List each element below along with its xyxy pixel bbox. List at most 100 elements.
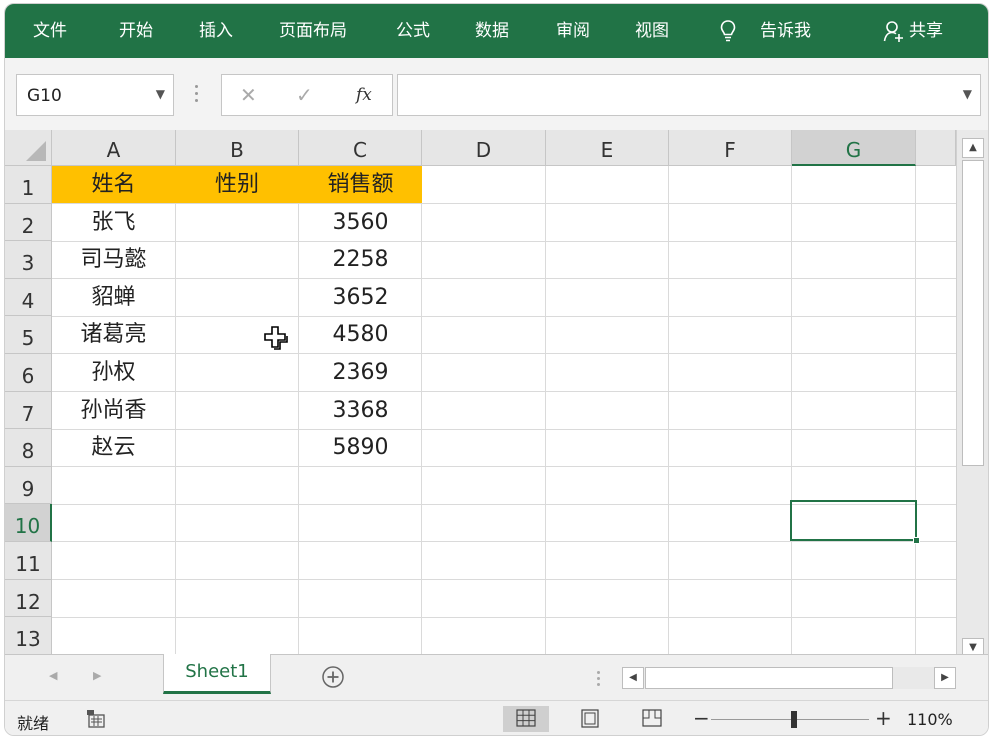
spreadsheet-grid[interactable]: A B C D E F G 1 2 3 4 5 6 7 8 9 10 11 12… xyxy=(5,130,956,654)
lightbulb-icon[interactable] xyxy=(719,19,737,43)
gridline xyxy=(791,166,792,654)
name-box[interactable]: G10 ▼ xyxy=(16,74,174,116)
macro-record-icon[interactable] xyxy=(85,709,107,729)
gridline xyxy=(175,166,176,654)
tell-me-box[interactable]: 告诉我 xyxy=(760,20,811,42)
scroll-thumb[interactable] xyxy=(962,160,984,466)
chevron-down-icon[interactable]: ▼ xyxy=(156,87,165,101)
zoom-slider[interactable] xyxy=(711,719,869,720)
add-sheet-icon[interactable] xyxy=(321,665,345,689)
cell-a7[interactable]: 孙尚香 xyxy=(52,392,175,429)
row-header-7[interactable]: 7 xyxy=(5,391,52,430)
tab-review[interactable]: 审阅 xyxy=(556,20,590,42)
select-all-button[interactable] xyxy=(5,130,52,166)
cell-c2[interactable]: 3560 xyxy=(299,204,422,241)
row-header-11[interactable]: 11 xyxy=(5,542,52,580)
column-header-f[interactable]: F xyxy=(669,130,792,166)
cell-c3[interactable]: 2258 xyxy=(299,241,422,278)
tab-view[interactable]: 视图 xyxy=(635,20,669,42)
zoom-level[interactable]: 110% xyxy=(907,710,953,729)
cell-a3[interactable]: 司马懿 xyxy=(52,241,175,278)
gridline xyxy=(545,166,546,654)
fill-handle[interactable] xyxy=(913,537,920,544)
column-header-c[interactable]: C xyxy=(299,130,422,166)
cell-a4[interactable]: 貂蝉 xyxy=(52,279,175,316)
formula-input[interactable]: ▼ xyxy=(397,74,981,116)
share-button[interactable]: 共享 xyxy=(909,20,943,42)
status-ready: 就绪 xyxy=(17,714,50,733)
column-header-h[interactable] xyxy=(916,130,956,166)
sheet-tab-bar: ◀ ▶ Sheet1 ◀ ▶ xyxy=(5,654,988,700)
normal-view-button[interactable] xyxy=(503,706,549,732)
next-sheet-icon[interactable]: ▶ xyxy=(93,669,101,682)
vertical-scrollbar[interactable]: ▲ ▼ xyxy=(956,130,988,658)
column-header-d[interactable]: D xyxy=(422,130,546,166)
zoom-out-icon[interactable]: − xyxy=(693,706,710,730)
status-bar: 就绪 − + 110% xyxy=(5,700,988,735)
cell-a1[interactable]: 姓名 xyxy=(52,166,175,203)
prev-sheet-icon[interactable]: ◀ xyxy=(49,669,57,682)
cell-c1[interactable]: 销售额 xyxy=(299,166,422,203)
tab-data[interactable]: 数据 xyxy=(475,20,509,42)
cross-cursor-icon xyxy=(264,326,288,350)
share-user-icon[interactable] xyxy=(883,19,905,43)
formula-buttons: ✕ ✓ fx xyxy=(221,74,393,116)
cell-a2[interactable]: 张飞 xyxy=(52,204,175,241)
confirm-icon[interactable]: ✓ xyxy=(296,83,313,107)
row-header-4[interactable]: 4 xyxy=(5,278,52,317)
cell-c4[interactable]: 3652 xyxy=(299,279,422,316)
page-break-view-button[interactable] xyxy=(629,706,675,732)
cell-a8[interactable]: 赵云 xyxy=(52,429,175,466)
tab-insert[interactable]: 插入 xyxy=(199,20,233,42)
ribbon-tabs: 文件 开始 插入 页面布局 公式 数据 审阅 视图 告诉我 共享 xyxy=(5,4,988,58)
column-header-g[interactable]: G xyxy=(792,130,916,166)
cell-c8[interactable]: 5890 xyxy=(299,429,422,466)
tab-page-layout[interactable]: 页面布局 xyxy=(279,20,347,42)
tab-file[interactable]: 文件 xyxy=(33,20,67,42)
split-handle-icon[interactable] xyxy=(597,671,600,687)
row-header-3[interactable]: 3 xyxy=(5,241,52,279)
tab-home[interactable]: 开始 xyxy=(119,20,153,42)
row-header-2[interactable]: 2 xyxy=(5,203,52,242)
sheet-tab-sheet1[interactable]: Sheet1 xyxy=(163,654,271,694)
row-header-6[interactable]: 6 xyxy=(5,354,52,392)
row-header-10[interactable]: 10 xyxy=(5,504,52,542)
tab-formulas[interactable]: 公式 xyxy=(396,20,430,42)
cell-c6[interactable]: 2369 xyxy=(299,354,422,391)
excel-window: 文件 开始 插入 页面布局 公式 数据 审阅 视图 告诉我 共享 G10 ▼ ✕ xyxy=(4,3,989,736)
zoom-slider-knob[interactable] xyxy=(791,711,797,728)
column-header-e[interactable]: E xyxy=(546,130,669,166)
row-header-1[interactable]: 1 xyxy=(5,166,52,204)
row-header-5[interactable]: 5 xyxy=(5,316,52,354)
row-header-8[interactable]: 8 xyxy=(5,429,52,467)
cell-c7[interactable]: 3368 xyxy=(299,392,422,429)
cancel-icon[interactable]: ✕ xyxy=(240,83,257,107)
cell-a6[interactable]: 孙权 xyxy=(52,354,175,391)
row-header-12[interactable]: 12 xyxy=(5,579,52,618)
gridline xyxy=(52,315,956,317)
zoom-in-icon[interactable]: + xyxy=(875,706,892,730)
row-header-9[interactable]: 9 xyxy=(5,466,52,505)
expand-formula-icon[interactable]: ▼ xyxy=(963,87,972,101)
column-header-b[interactable]: B xyxy=(176,130,299,166)
insert-function-icon[interactable]: fx xyxy=(356,85,372,105)
active-cell-g10[interactable] xyxy=(790,500,920,544)
drag-handle-icon[interactable] xyxy=(195,85,198,105)
horizontal-scrollbar[interactable]: ◀ ▶ xyxy=(622,667,956,689)
horizontal-scroll-thumb[interactable] xyxy=(645,667,893,689)
gridline xyxy=(52,466,956,468)
cell-c5[interactable]: 4580 xyxy=(299,316,422,353)
formula-bar: G10 ▼ ✕ ✓ fx ▼ xyxy=(5,58,988,130)
scroll-up-icon[interactable]: ▲ xyxy=(962,138,984,158)
scroll-right-icon[interactable]: ▶ xyxy=(934,667,956,689)
page-layout-icon xyxy=(581,709,599,728)
column-header-a[interactable]: A xyxy=(52,130,176,166)
scroll-left-icon[interactable]: ◀ xyxy=(622,667,644,689)
row-header-13[interactable]: 13 xyxy=(5,617,52,654)
cell-a5[interactable]: 诸葛亮 xyxy=(52,316,175,353)
grid-view-icon xyxy=(516,709,536,727)
page-layout-view-button[interactable] xyxy=(567,706,613,732)
name-box-value: G10 xyxy=(27,86,62,106)
cell-b1[interactable]: 性别 xyxy=(175,166,299,203)
page-break-icon xyxy=(642,709,662,727)
